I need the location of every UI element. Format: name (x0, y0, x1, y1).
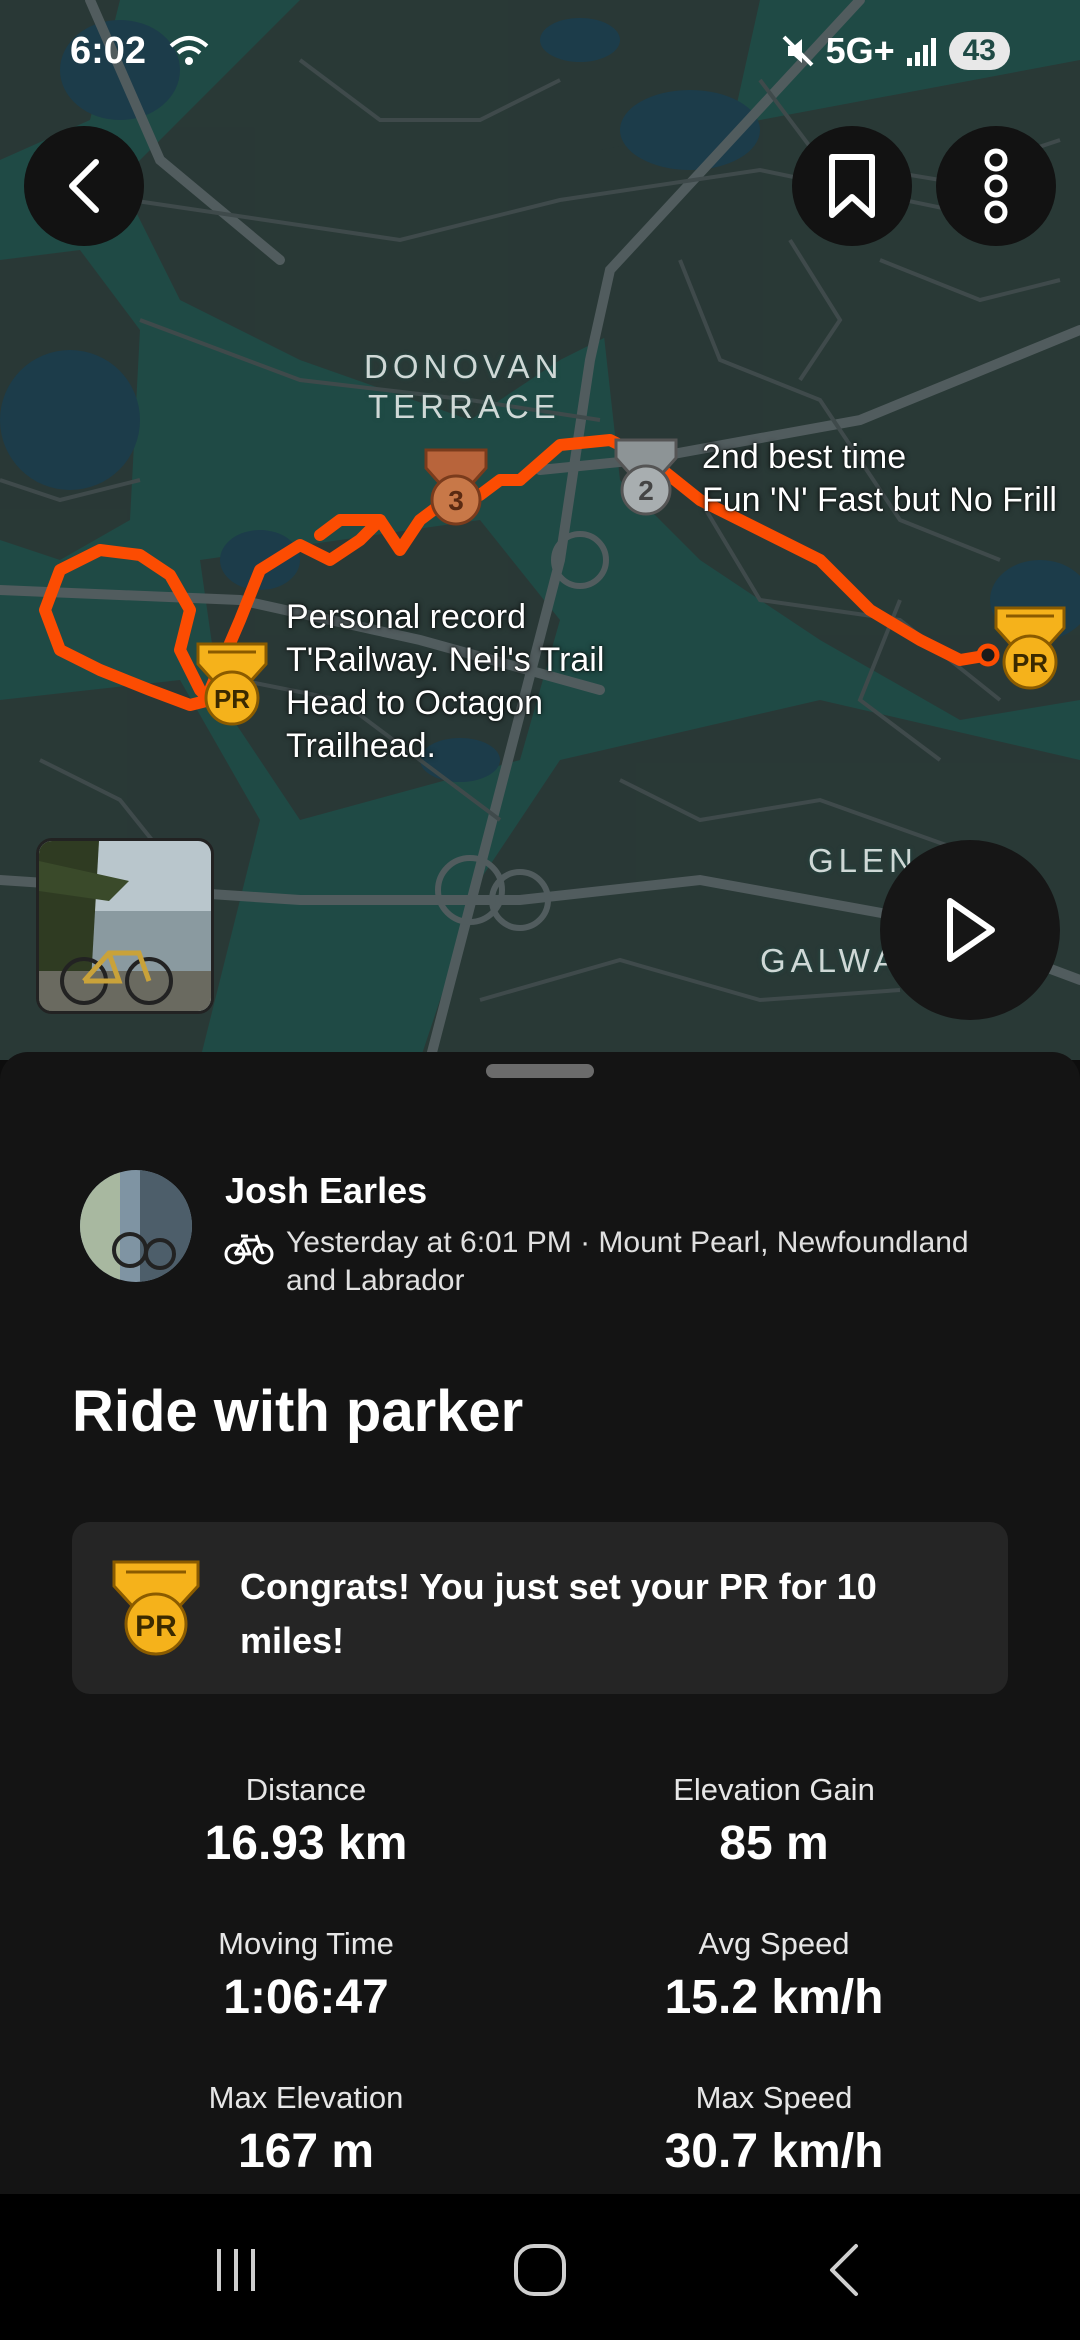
activity-title: Ride with parker (72, 1379, 524, 1444)
stat-label: Elevation Gain (673, 1772, 875, 1807)
stat-elevation-gain: Elevation Gain 85 m (564, 1772, 984, 1871)
stat-distance: Distance 16.93 km (96, 1772, 516, 1871)
stat-value: 1:06:47 (223, 1971, 389, 2024)
stat-value: 16.93 km (204, 1817, 408, 1870)
recent-apps-icon (217, 2249, 255, 2291)
annotation-line: Fun 'N' Fast but No Frill (702, 481, 1057, 519)
svg-text:PR: PR (214, 684, 250, 714)
svg-text:2: 2 (638, 475, 654, 506)
system-navigation-bar (0, 2194, 1080, 2340)
bookmark-button[interactable] (792, 126, 912, 246)
activity-detail-sheet: Josh Earles Yesterday at 6:01 PM · Mount… (0, 1052, 1080, 2194)
chevron-left-icon (830, 2244, 858, 2296)
signal-icon (906, 38, 936, 66)
route-map[interactable]: 3 2 PR PR DONOVAN TERRACE GLEN GALWA 2nd… (0, 0, 1080, 1060)
stat-label: Avg Speed (698, 1926, 850, 1961)
stat-moving-time: Moving Time 1:06:47 (96, 1926, 516, 2025)
system-back-button[interactable] (804, 2230, 884, 2310)
bookmark-icon (829, 154, 875, 218)
avatar-image (80, 1170, 192, 1282)
stat-label: Max Speed (695, 2080, 853, 2115)
sheet-drag-handle[interactable] (486, 1064, 594, 1078)
annotation-line: T'Railway. Neil's Trail (286, 641, 605, 679)
mute-icon (782, 35, 813, 67)
map-area-label: GALWA (760, 942, 901, 979)
svg-text:PR: PR (135, 1610, 177, 1643)
pr-medal-icon[interactable]: PR (192, 640, 272, 730)
annotation-line: Personal record (286, 598, 527, 636)
play-icon (947, 898, 995, 962)
home-button[interactable] (500, 2230, 580, 2310)
battery-icon: 43 (948, 32, 1010, 70)
annotation-line: Head to Octagon (286, 684, 544, 722)
activity-photo-thumbnail[interactable] (36, 838, 214, 1014)
bike-icon (224, 1234, 274, 1265)
home-icon (514, 2244, 566, 2296)
stat-label: Max Elevation (208, 2080, 404, 2115)
annotation-line: 2nd best time (702, 438, 907, 476)
pr-medal-icon[interactable]: PR (990, 604, 1070, 694)
pr-medal-icon: PR (112, 1560, 200, 1656)
stat-avg-speed: Avg Speed 15.2 km/h (564, 1926, 984, 2025)
segment-annotation-second-best[interactable]: 2nd best time Fun 'N' Fast but No Frill (702, 436, 1057, 522)
bike-photo (39, 841, 211, 1011)
map-area-label: TERRACE (368, 388, 561, 425)
svg-text:PR: PR (1012, 648, 1048, 678)
recent-apps-button[interactable] (196, 2230, 276, 2310)
back-button[interactable] (24, 126, 144, 246)
stat-value: 30.7 km/h (664, 2125, 884, 2178)
wifi-icon (169, 36, 209, 65)
svg-text:3: 3 (448, 485, 464, 516)
chevron-left-icon (69, 159, 99, 213)
status-bar: 6:02 5G+ 43 (0, 0, 1080, 110)
athlete-name[interactable]: Josh Earles (225, 1170, 427, 1212)
stat-label: Distance (245, 1772, 367, 1807)
more-options-button[interactable] (936, 126, 1056, 246)
stat-value: 167 m (237, 2125, 375, 2178)
stat-max-speed: Max Speed 30.7 km/h (564, 2080, 984, 2179)
stat-max-elevation: Max Elevation 167 m (96, 2080, 516, 2179)
segment-annotation-personal-record[interactable]: Personal record T'Railway. Neil's Trail … (286, 596, 604, 768)
avatar[interactable] (80, 1170, 192, 1282)
network-type: 5G+ (825, 30, 895, 71)
more-vertical-icon (984, 148, 1008, 224)
pr-message: Congrats! You just set your PR for 10 mi… (240, 1566, 877, 1661)
stat-value: 85 m (719, 1817, 829, 1870)
bronze-medal-icon[interactable]: 3 (418, 446, 494, 530)
status-time: 6:02 (70, 30, 147, 72)
pr-achievement-card[interactable]: PR Congrats! You just set your PR for 10… (72, 1522, 1008, 1694)
map-area-label: DONOVAN (364, 348, 564, 385)
annotation-line: Trailhead. (286, 727, 436, 765)
stat-label: Moving Time (218, 1926, 394, 1961)
flyover-play-button[interactable] (880, 840, 1060, 1020)
silver-medal-icon[interactable]: 2 (608, 436, 684, 520)
activity-meta: Yesterday at 6:01 PM · Mount Pearl, Newf… (286, 1226, 969, 1297)
stat-value: 15.2 km/h (664, 1971, 884, 2024)
